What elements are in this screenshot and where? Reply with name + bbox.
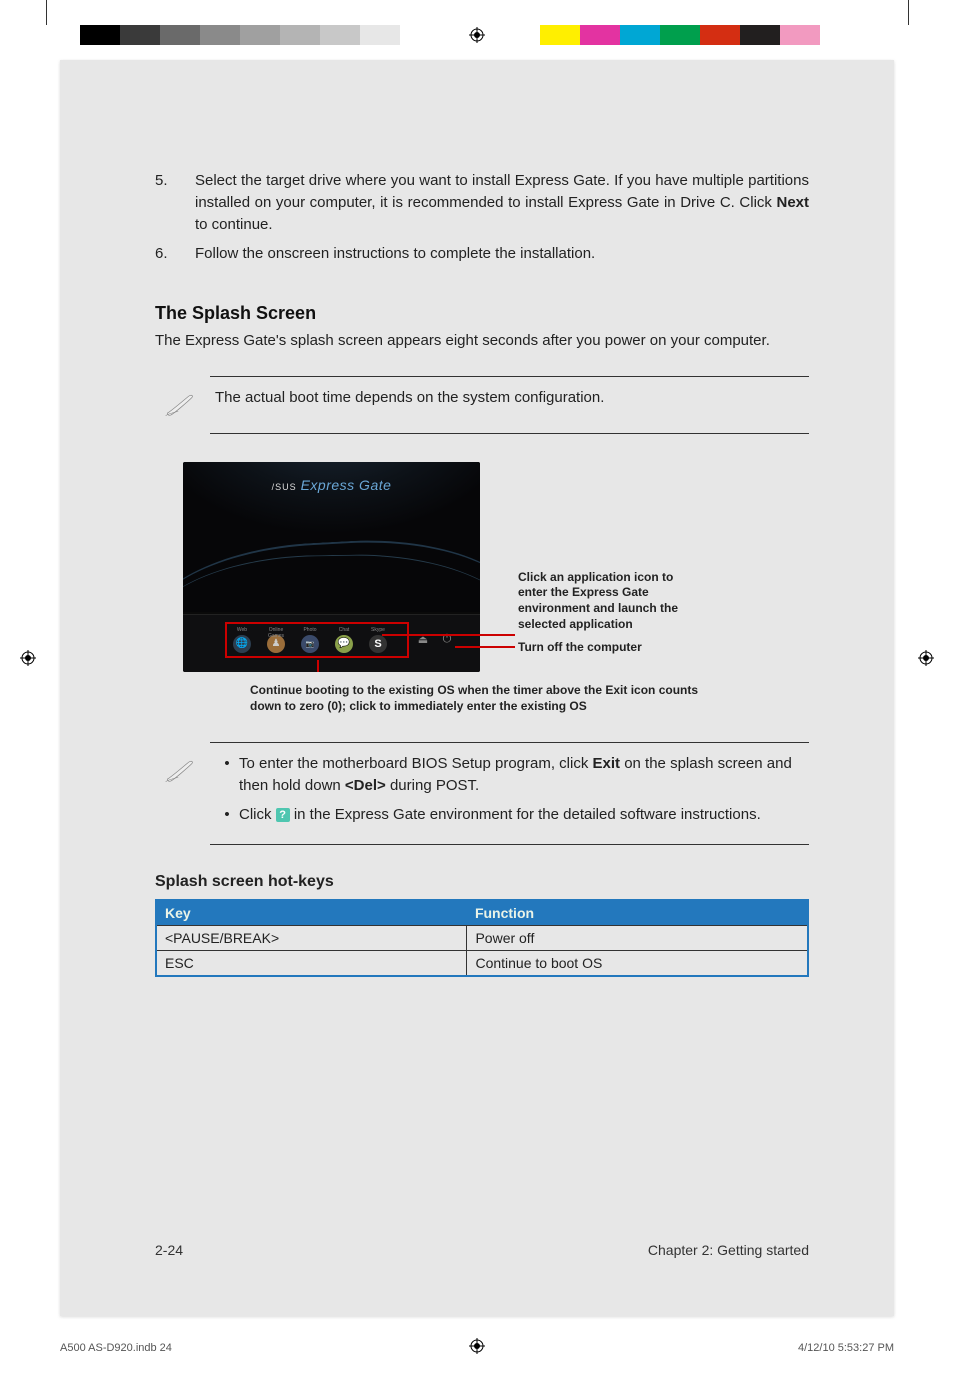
intro-paragraph: The Express Gate's splash screen appears… (155, 330, 809, 352)
text: Follow the onscreen instructions to comp… (195, 245, 595, 262)
dock-label: Photo (297, 627, 323, 633)
dock-label: Skype (365, 627, 391, 633)
step-text: Follow the onscreen instructions to comp… (195, 243, 809, 265)
registration-mark-left-icon (20, 650, 36, 670)
dock-label: Online Games (263, 627, 289, 633)
note-text: The actual boot time depends on the syst… (205, 387, 809, 409)
text: to continue. (195, 216, 273, 233)
step-number: 6. (155, 243, 195, 265)
callout-app: Click an application icon to enter the E… (518, 570, 698, 632)
registration-mark-right-icon (918, 650, 934, 670)
logo-text: Express Gate (301, 477, 392, 493)
photo-icon: 📷 (301, 635, 319, 653)
th-function: Function (467, 900, 808, 926)
note-block-1: The actual boot time depends on the syst… (155, 376, 809, 434)
chapter-label: Chapter 2: Getting started (648, 1242, 809, 1258)
page-footer: 2-24 Chapter 2: Getting started (155, 1242, 809, 1258)
express-gate-logo: /SUS Express Gate (183, 477, 480, 493)
note2-item-2: • Click ? in the Express Gate environmen… (215, 804, 809, 826)
hotkeys-table: Key Function <PAUSE/BREAK> Power off ESC… (155, 899, 809, 977)
step-number: 5. (155, 170, 195, 235)
cell: <PAUSE/BREAK> (156, 926, 467, 951)
bold-text: Next (776, 194, 809, 211)
chat-icon: 💬 (335, 635, 353, 653)
cell: Power off (467, 926, 808, 951)
splash-screen-figure: /SUSExpress Gate Web🌐 Online Games♟ Phot… (155, 462, 809, 732)
text: To enter the motherboard BIOS Setup prog… (239, 755, 593, 772)
skype-icon: S (369, 635, 387, 653)
text: during POST. (386, 777, 479, 794)
pen-note-icon (155, 387, 205, 423)
indb-timestamp: 4/12/10 5:53:27 PM (798, 1342, 894, 1354)
help-icon: ? (276, 808, 290, 822)
document-page: 5. Select the target drive where you wan… (60, 60, 894, 1316)
table-row: <PAUSE/BREAK> Power off (156, 926, 808, 951)
bold-text: <Del> (345, 777, 386, 794)
callout-power: Turn off the computer (518, 640, 642, 656)
registration-mark-bottom-icon (469, 1338, 485, 1358)
registration-mark-icon (469, 27, 485, 47)
heading-hotkeys: Splash screen hot-keys (155, 873, 809, 891)
note2-item-1: • To enter the motherboard BIOS Setup pr… (215, 753, 809, 797)
callout-line (382, 634, 515, 636)
print-crop-marks (0, 0, 954, 60)
web-icon: 🌐 (233, 635, 251, 653)
page-number: 2-24 (155, 1242, 183, 1258)
note-block-2: • To enter the motherboard BIOS Setup pr… (155, 742, 809, 845)
step-5: 5. Select the target drive where you wan… (155, 170, 809, 235)
heading-splash-screen: The Splash Screen (155, 303, 809, 324)
text: in the Express Gate environment for the … (290, 806, 761, 823)
text: Select the target drive where you want t… (195, 172, 809, 211)
cell: Continue to boot OS (467, 951, 808, 977)
dock-label: Web (229, 627, 255, 633)
step-6: 6. Follow the onscreen instructions to c… (155, 243, 809, 265)
callout-line (455, 646, 515, 648)
table-row: ESC Continue to boot OS (156, 951, 808, 977)
dock-label: Chat (331, 627, 357, 633)
pen-note-icon (155, 753, 205, 789)
text: Click (239, 806, 276, 823)
bold-text: Exit (593, 755, 621, 772)
step-text: Select the target drive where you want t… (195, 170, 809, 235)
asus-brand: /SUS (272, 482, 297, 492)
indb-file: A500 AS-D920.indb 24 (60, 1342, 172, 1354)
th-key: Key (156, 900, 467, 926)
cell: ESC (156, 951, 467, 977)
splash-screenshot: /SUSExpress Gate Web🌐 Online Games♟ Phot… (183, 462, 480, 672)
callout-exit: Continue booting to the existing OS when… (250, 682, 720, 714)
